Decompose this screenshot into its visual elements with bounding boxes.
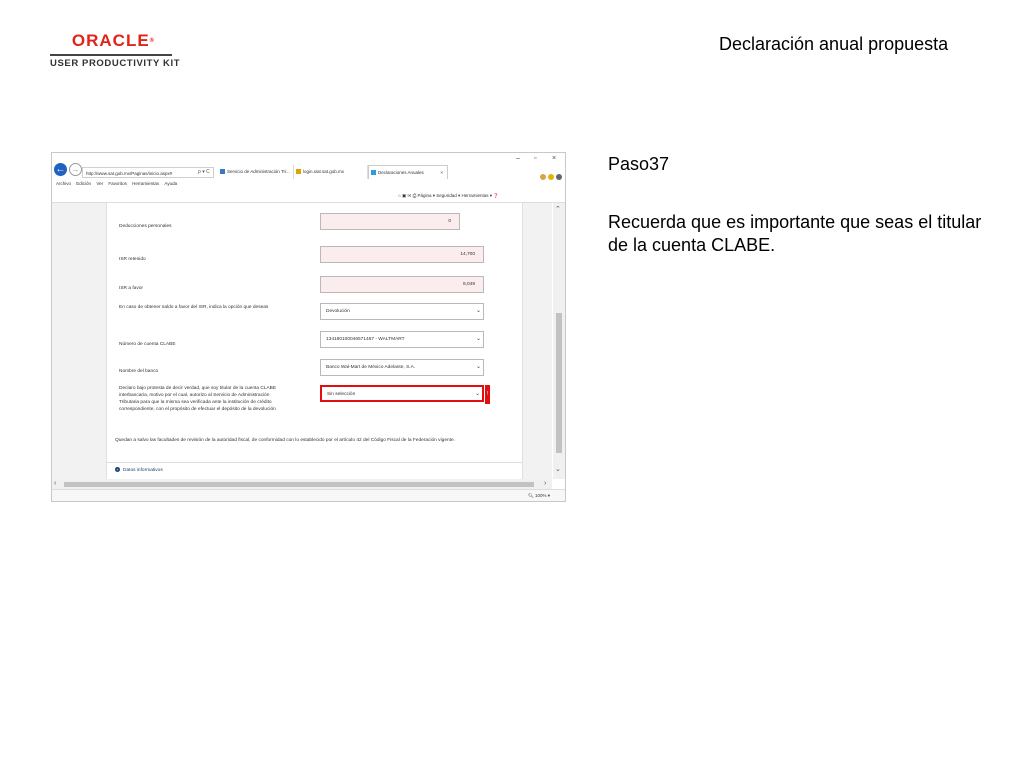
- datos-informativos-link[interactable]: + Datos informativos: [115, 467, 163, 473]
- menu-edicion[interactable]: Edición: [76, 181, 91, 186]
- close-window-icon[interactable]: ×: [552, 155, 556, 162]
- chevron-down-icon: ⌄: [475, 336, 481, 342]
- divider: [107, 462, 522, 463]
- field-label-isr-favor: ISR a favor: [119, 286, 143, 291]
- menu-bar: Archivo Edición Ver Favoritos Herramient…: [52, 179, 565, 189]
- oracle-upk-logo: ORACLE® USER PRODUCTIVITY KIT: [50, 31, 181, 69]
- address-bar[interactable]: http://www.sat.gob.mx/Paginas/inicio.asp…: [82, 167, 214, 178]
- menu-archivo[interactable]: Archivo: [56, 181, 71, 186]
- field-label-deducciones: Deducciones personales: [119, 224, 172, 229]
- home-icon[interactable]: ⌂: [398, 193, 401, 198]
- chevron-down-icon: ⌄: [474, 391, 480, 397]
- step-label: Paso37: [608, 154, 670, 174]
- scrollbar-thumb[interactable]: [64, 482, 534, 487]
- field-label-declaro: Declaro bajo protesta de decir verdad, q…: [119, 386, 277, 412]
- cmd-seguridad[interactable]: Seguridad ▾: [436, 193, 460, 198]
- scrollbar-thumb[interactable]: [556, 313, 562, 453]
- vertical-scrollbar[interactable]: ⌃ ⌄: [553, 203, 565, 479]
- address-bar-icons[interactable]: ρ ▾ C: [198, 167, 210, 178]
- field-label-opcion-saldo: En caso de obtener saldo a favor del ISR…: [119, 305, 269, 310]
- back-arrow-icon[interactable]: ←: [54, 163, 67, 176]
- tab-sat[interactable]: Servicio de Administración Tri...: [218, 165, 294, 179]
- menu-favoritos[interactable]: Favoritos: [108, 181, 127, 186]
- minimize-icon[interactable]: –: [516, 155, 520, 162]
- browser-toolbar-icons: [540, 167, 564, 180]
- isr-retenido-input[interactable]: 14,700: [320, 246, 484, 263]
- forward-arrow-icon[interactable]: →: [69, 163, 82, 176]
- tab-declaraciones[interactable]: Declaraciones Anuales ×: [368, 165, 448, 179]
- footnote-text: Quedan a salvo las facultades de revisió…: [115, 438, 455, 443]
- menu-herramientas[interactable]: Herramientas: [132, 181, 159, 186]
- menu-ayuda[interactable]: Ayuda: [164, 181, 177, 186]
- field-label-clabe: Número de cuenta CLABE: [119, 342, 176, 347]
- isr-favor-input[interactable]: 8,049: [320, 276, 484, 293]
- browser-screenshot: ← → http://www.sat.gob.mx/Paginas/inicio…: [51, 152, 566, 502]
- maximize-icon[interactable]: ▫: [534, 155, 536, 162]
- favicon-icon: [296, 169, 301, 174]
- favicon-icon: [371, 170, 376, 175]
- scroll-up-icon[interactable]: ⌃: [555, 205, 561, 213]
- mail-icon[interactable]: ✉: [408, 193, 412, 198]
- horizontal-scrollbar[interactable]: ‹ ›: [52, 479, 552, 489]
- cmd-herramientas[interactable]: Herramientas ▾: [462, 193, 493, 198]
- logo-divider: [50, 54, 172, 56]
- scroll-down-icon[interactable]: ⌄: [555, 465, 561, 473]
- feeds-icon[interactable]: ▣: [402, 193, 406, 198]
- status-bar: 🔍︎ 100% ▾: [52, 489, 565, 501]
- banco-select[interactable]: Banco Wal-Mart de México Adelante, S.A. ⌄: [320, 359, 484, 376]
- page-title: Declaración anual propuesta: [719, 34, 949, 54]
- print-icon[interactable]: ⎙: [413, 193, 417, 198]
- zoom-level[interactable]: 🔍︎ 100% ▾: [528, 490, 550, 501]
- declaration-form: Deducciones personales 0 ISR retenido 14…: [106, 203, 523, 479]
- product-name: USER PRODUCTIVITY KIT: [50, 58, 181, 69]
- favicon-icon: [220, 169, 225, 174]
- oracle-wordmark: ORACLE: [71, 31, 150, 50]
- field-label-banco: Nombre del banco: [119, 369, 159, 374]
- step-instruction: Recuerda que es importante que seas el t…: [608, 212, 982, 255]
- plus-circle-icon: +: [115, 467, 120, 472]
- browser-titlebar: ← → http://www.sat.gob.mx/Paginas/inicio…: [52, 153, 565, 180]
- cmd-pagina[interactable]: Página ▾: [417, 193, 435, 198]
- menu-ver[interactable]: Ver: [96, 181, 103, 186]
- registered-mark: ®: [149, 38, 156, 44]
- clabe-select[interactable]: 134180100046571467 - WALTMART ⌄: [320, 331, 484, 348]
- declaro-select[interactable]: Sin selección ⌄: [320, 385, 484, 402]
- tab-login[interactable]: login.siat.sat.gob.mx: [294, 165, 368, 179]
- deducciones-input[interactable]: 0: [320, 213, 460, 230]
- page-content: Deducciones personales 0 ISR retenido 14…: [52, 203, 552, 479]
- tab-close-icon[interactable]: ×: [440, 166, 443, 179]
- chevron-down-icon: ⌄: [475, 308, 481, 314]
- chevron-down-icon: ⌄: [475, 364, 481, 370]
- field-label-isr-retenido: ISR retenido: [119, 257, 146, 262]
- scroll-right-icon[interactable]: ›: [544, 479, 546, 489]
- error-indicator: !: [485, 385, 490, 404]
- opcion-saldo-select[interactable]: Devolución ⌄: [320, 303, 484, 320]
- scroll-left-icon[interactable]: ‹: [54, 479, 56, 489]
- command-bar: ⌂ ▣ ✉ ⎙ Página ▾ Seguridad ▾ Herramienta…: [52, 189, 565, 203]
- help-icon[interactable]: ❓: [493, 193, 499, 198]
